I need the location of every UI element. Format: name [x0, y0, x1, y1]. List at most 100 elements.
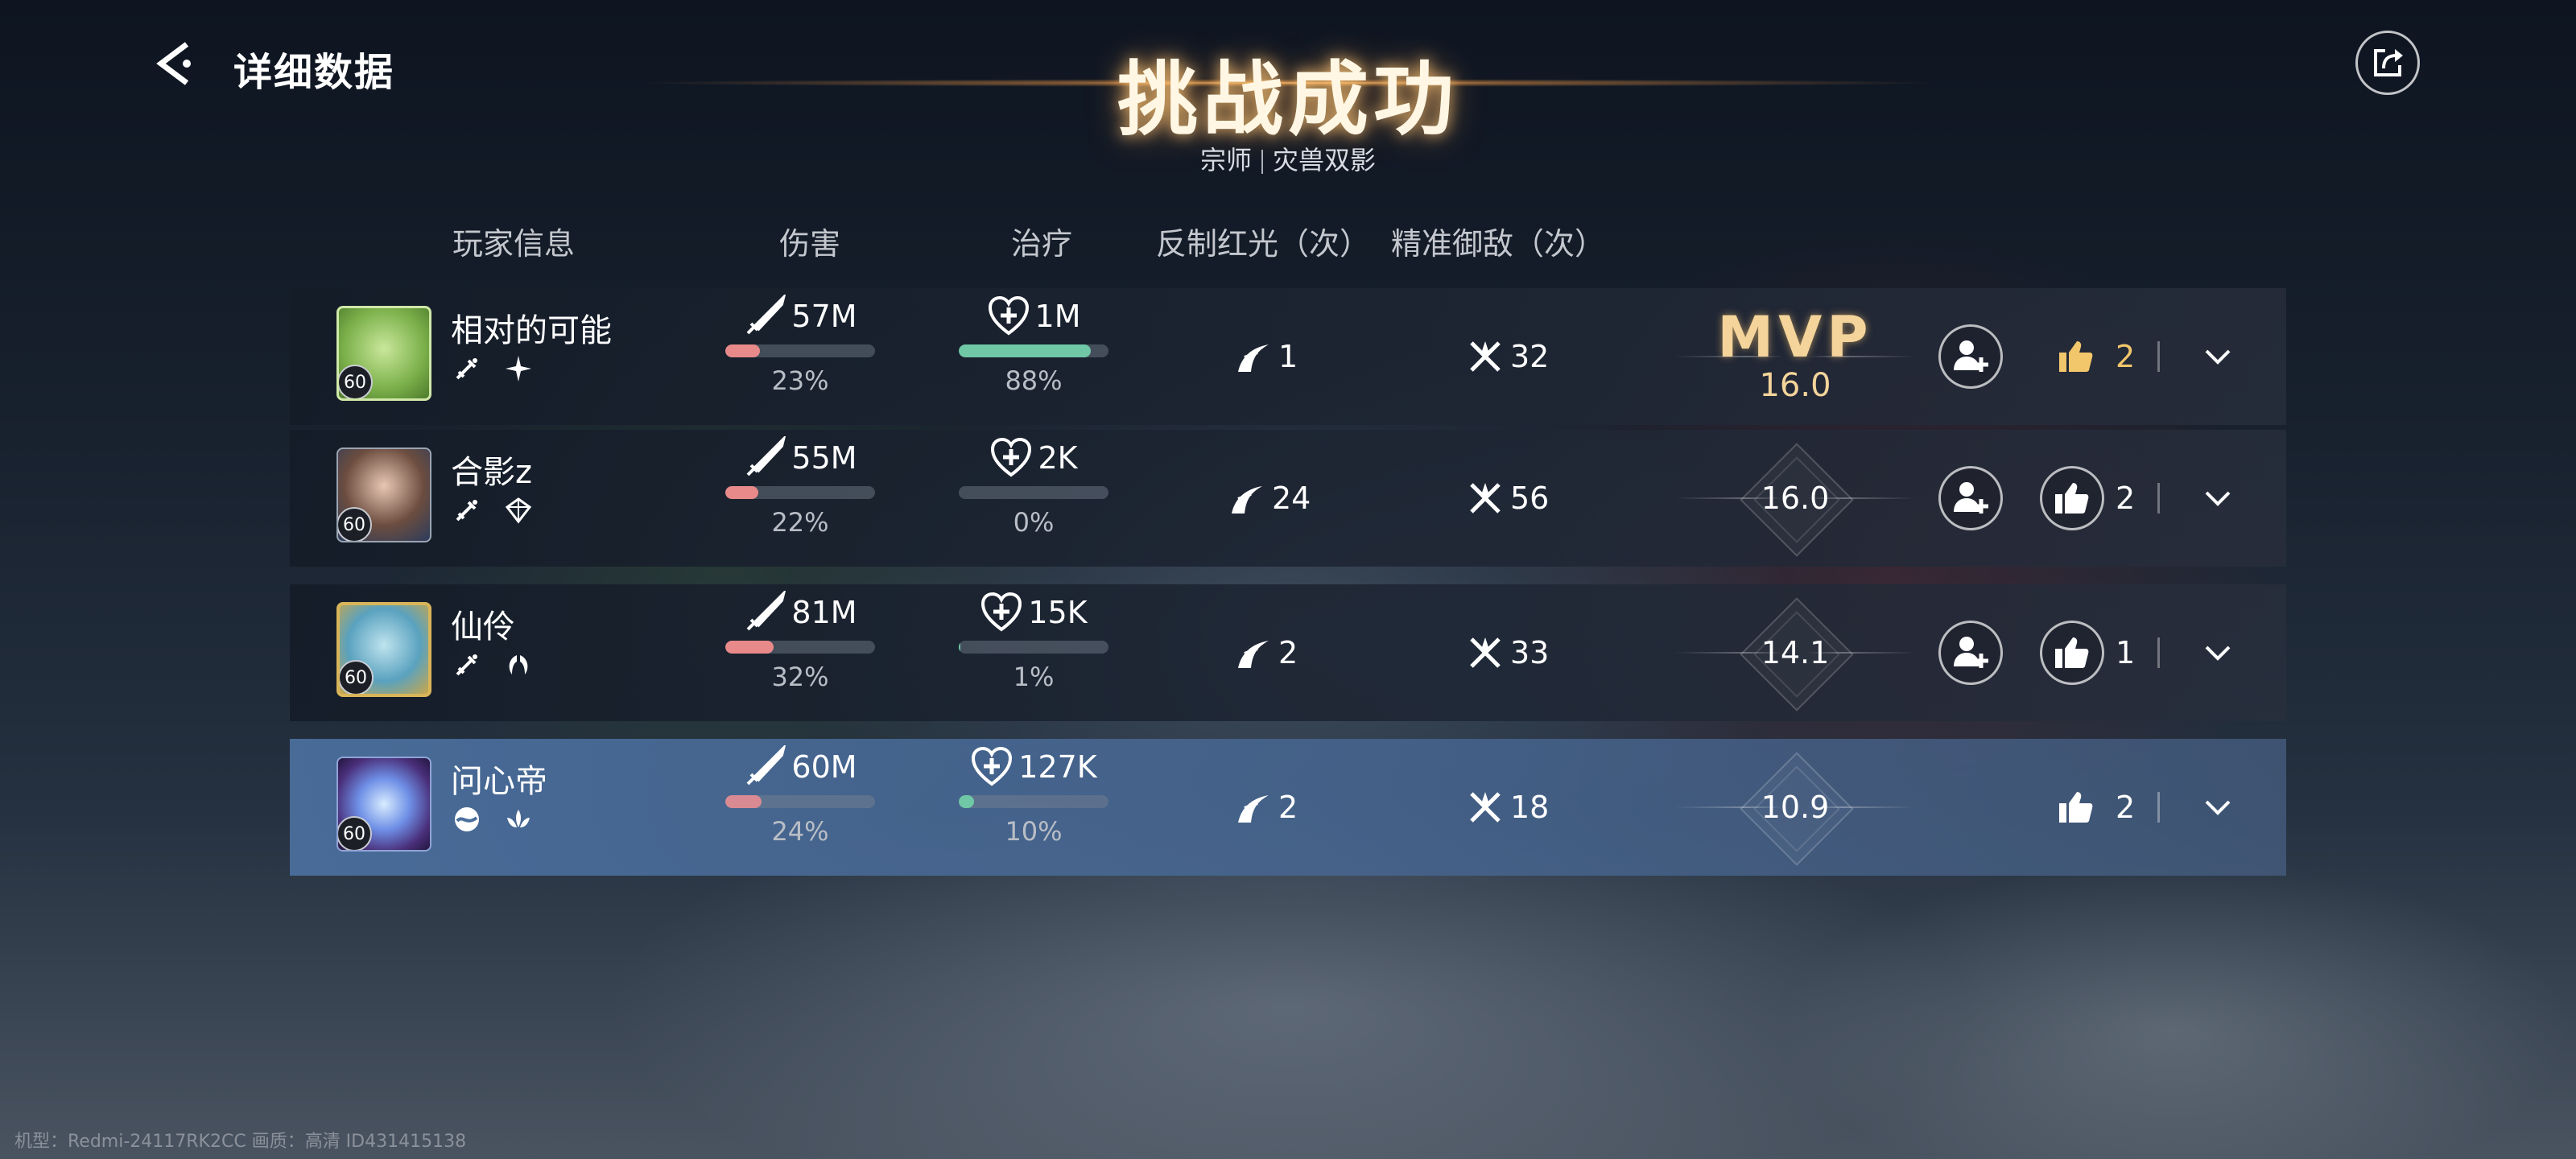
- avatar[interactable]: 60: [336, 306, 431, 401]
- heal-value: 15K: [1028, 595, 1088, 630]
- back-arrow-icon: [156, 42, 191, 85]
- like-count: 1: [2116, 635, 2136, 670]
- sword-skill-icon: [451, 494, 483, 526]
- counter-value: 2: [1278, 635, 1298, 670]
- mvp-badge: MVP 16.0: [1717, 309, 1872, 404]
- damage-bar: [725, 641, 875, 654]
- player-name: 相对的可能: [451, 312, 612, 349]
- player-row[interactable]: 60 合影z 55M 22% 2K 0% 24 56 16.0 2: [290, 430, 2286, 567]
- expand-button[interactable]: [2196, 631, 2240, 674]
- player-name: 仙伶: [451, 608, 515, 645]
- score-value: 10.9: [1761, 790, 1830, 825]
- mvp-label: MVP: [1717, 304, 1873, 370]
- damage-value: 81M: [791, 595, 857, 630]
- wings-skill-icon: [502, 649, 535, 681]
- thumbs-up-icon: [2055, 637, 2089, 668]
- divider: [2157, 341, 2160, 372]
- guard-value: 33: [1510, 635, 1550, 670]
- player-row[interactable]: 60 仙伶 81M 32% 15K 1% 2 33 14.1 1: [290, 584, 2286, 721]
- chevron-down-icon: [2205, 491, 2231, 506]
- expand-button[interactable]: [2196, 335, 2240, 378]
- heal-bar: [959, 795, 1108, 808]
- thumbs-up-icon: [2055, 483, 2089, 514]
- difficulty-label: 宗师: [1199, 145, 1252, 175]
- add-friend-icon: [1954, 482, 1988, 514]
- stage-label: 灾兽双影: [1273, 145, 1377, 175]
- heal-percent: 0%: [1013, 507, 1055, 538]
- sword-skill-icon: [451, 353, 483, 385]
- crystal-skill-icon: [502, 494, 535, 526]
- heal-heart-icon: [981, 592, 1022, 632]
- heal-value: 1M: [1034, 299, 1081, 334]
- sword-icon: [747, 436, 786, 476]
- heal-percent: 10%: [1005, 816, 1063, 847]
- precise-guard-icon: [1470, 341, 1501, 372]
- heal-percent: 1%: [1013, 662, 1055, 692]
- expand-button[interactable]: [2196, 476, 2240, 520]
- stage-subtitle: 宗师 灾兽双影: [1046, 140, 1530, 177]
- add-friend-button[interactable]: [1938, 621, 2003, 685]
- score-value: 16.0: [1759, 367, 1831, 404]
- heal-heart-icon: [988, 295, 1029, 336]
- damage-value: 60M: [791, 749, 857, 785]
- add-friend-button[interactable]: [1938, 324, 2003, 389]
- share-button[interactable]: [2355, 31, 2420, 95]
- heal-value: 127K: [1018, 749, 1097, 785]
- sword-icon: [747, 591, 786, 631]
- like-button[interactable]: [2040, 466, 2104, 530]
- score-cell: 10.9: [1666, 739, 1924, 876]
- subtitle-divider: [1261, 150, 1263, 174]
- counter-value: 24: [1272, 481, 1311, 516]
- sword-icon: [747, 295, 786, 335]
- precise-guard-icon: [1470, 637, 1501, 668]
- like-count: 2: [2116, 790, 2136, 825]
- divider: [2157, 792, 2160, 823]
- damage-percent: 22%: [771, 507, 829, 538]
- score-cell: 14.1: [1666, 584, 1924, 721]
- damage-value: 57M: [791, 299, 857, 334]
- col-damage: 伤害: [779, 226, 841, 262]
- score-value: 16.0: [1761, 481, 1830, 516]
- sparkle-skill-icon: [502, 353, 535, 385]
- expand-button[interactable]: [2196, 786, 2240, 829]
- wave-skill-icon: [451, 803, 483, 835]
- thumbs-up-icon[interactable]: [2058, 338, 2095, 375]
- counter-value: 2: [1278, 790, 1298, 825]
- avatar[interactable]: 60: [336, 448, 431, 542]
- damage-bar: [725, 344, 875, 357]
- page-title: 详细数据: [233, 50, 395, 95]
- sword-skill-icon: [451, 649, 483, 681]
- lotus-skill-icon: [502, 803, 535, 835]
- player-row-self[interactable]: 60 问心帝 60M 24% 127K 10% 2 18 10.9 2: [290, 739, 2286, 876]
- add-friend-button[interactable]: [1938, 466, 2003, 530]
- damage-value: 55M: [791, 440, 857, 476]
- divider: [2157, 483, 2160, 514]
- player-row[interactable]: 60 相对的可能 57M 23% 1M 88% 1 32 MVP 16.0 2: [290, 288, 2286, 425]
- col-heal: 治疗: [1011, 226, 1073, 262]
- heal-value: 2K: [1038, 440, 1078, 476]
- heal-heart-icon: [991, 437, 1032, 477]
- avatar[interactable]: 60: [336, 757, 431, 852]
- chevron-down-icon: [2205, 349, 2231, 365]
- sword-icon: [747, 745, 786, 786]
- like-button[interactable]: [2040, 621, 2104, 685]
- col-guard: 精准御敌（次）: [1391, 226, 1606, 262]
- chevron-down-icon: [2205, 645, 2231, 661]
- like-count: 2: [2116, 339, 2136, 374]
- add-friend-icon: [1954, 637, 1988, 668]
- col-counter: 反制红光（次）: [1156, 226, 1371, 262]
- level-badge: 60: [340, 660, 374, 694]
- guard-value: 18: [1510, 790, 1550, 825]
- damage-bar: [725, 795, 875, 808]
- level-badge: 60: [338, 507, 372, 541]
- precise-guard-icon: [1470, 483, 1501, 514]
- player-name: 问心帝: [451, 763, 547, 800]
- score-cell: MVP 16.0: [1666, 288, 1924, 425]
- thumbs-up-icon: [2059, 792, 2093, 823]
- result-title: 挑战成功: [1117, 52, 1459, 146]
- avatar[interactable]: 60: [336, 602, 431, 697]
- back-button[interactable]: [149, 37, 202, 90]
- heal-bar: [959, 641, 1108, 654]
- heal-heart-icon: [972, 746, 1013, 786]
- chevron-down-icon: [2205, 800, 2231, 815]
